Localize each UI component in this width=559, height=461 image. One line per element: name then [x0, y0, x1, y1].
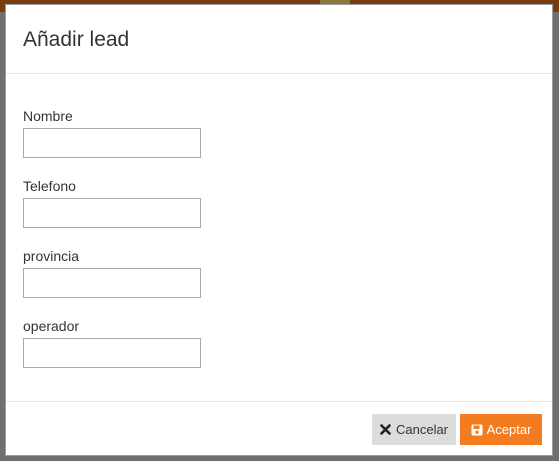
telefono-label: Telefono — [23, 178, 76, 194]
nombre-input[interactable] — [23, 128, 201, 158]
accept-button[interactable]: Aceptar — [460, 414, 542, 445]
form-group-operador: operador — [23, 318, 201, 368]
nombre-label: Nombre — [23, 108, 73, 124]
add-lead-dialog: Añadir lead Nombre Telefono provincia op… — [5, 4, 553, 456]
form-group-provincia: provincia — [23, 248, 201, 298]
telefono-input[interactable] — [23, 198, 201, 228]
close-icon — [380, 424, 392, 436]
provincia-input[interactable] — [23, 268, 201, 298]
operador-input[interactable] — [23, 338, 201, 368]
accept-button-label: Aceptar — [486, 422, 532, 437]
form-group-telefono: Telefono — [23, 178, 201, 228]
save-icon — [471, 424, 483, 436]
dialog-body: Nombre Telefono provincia operador — [6, 74, 552, 402]
dialog-title: Añadir lead — [23, 28, 130, 51]
dialog-footer: Cancelar Aceptar — [6, 401, 552, 456]
provincia-label: provincia — [23, 248, 80, 264]
operador-label: operador — [23, 318, 80, 334]
cancel-button[interactable]: Cancelar — [372, 414, 456, 445]
dialog-header: Añadir lead — [6, 5, 552, 74]
form-group-nombre: Nombre — [23, 108, 201, 158]
cancel-button-label: Cancelar — [395, 422, 449, 437]
